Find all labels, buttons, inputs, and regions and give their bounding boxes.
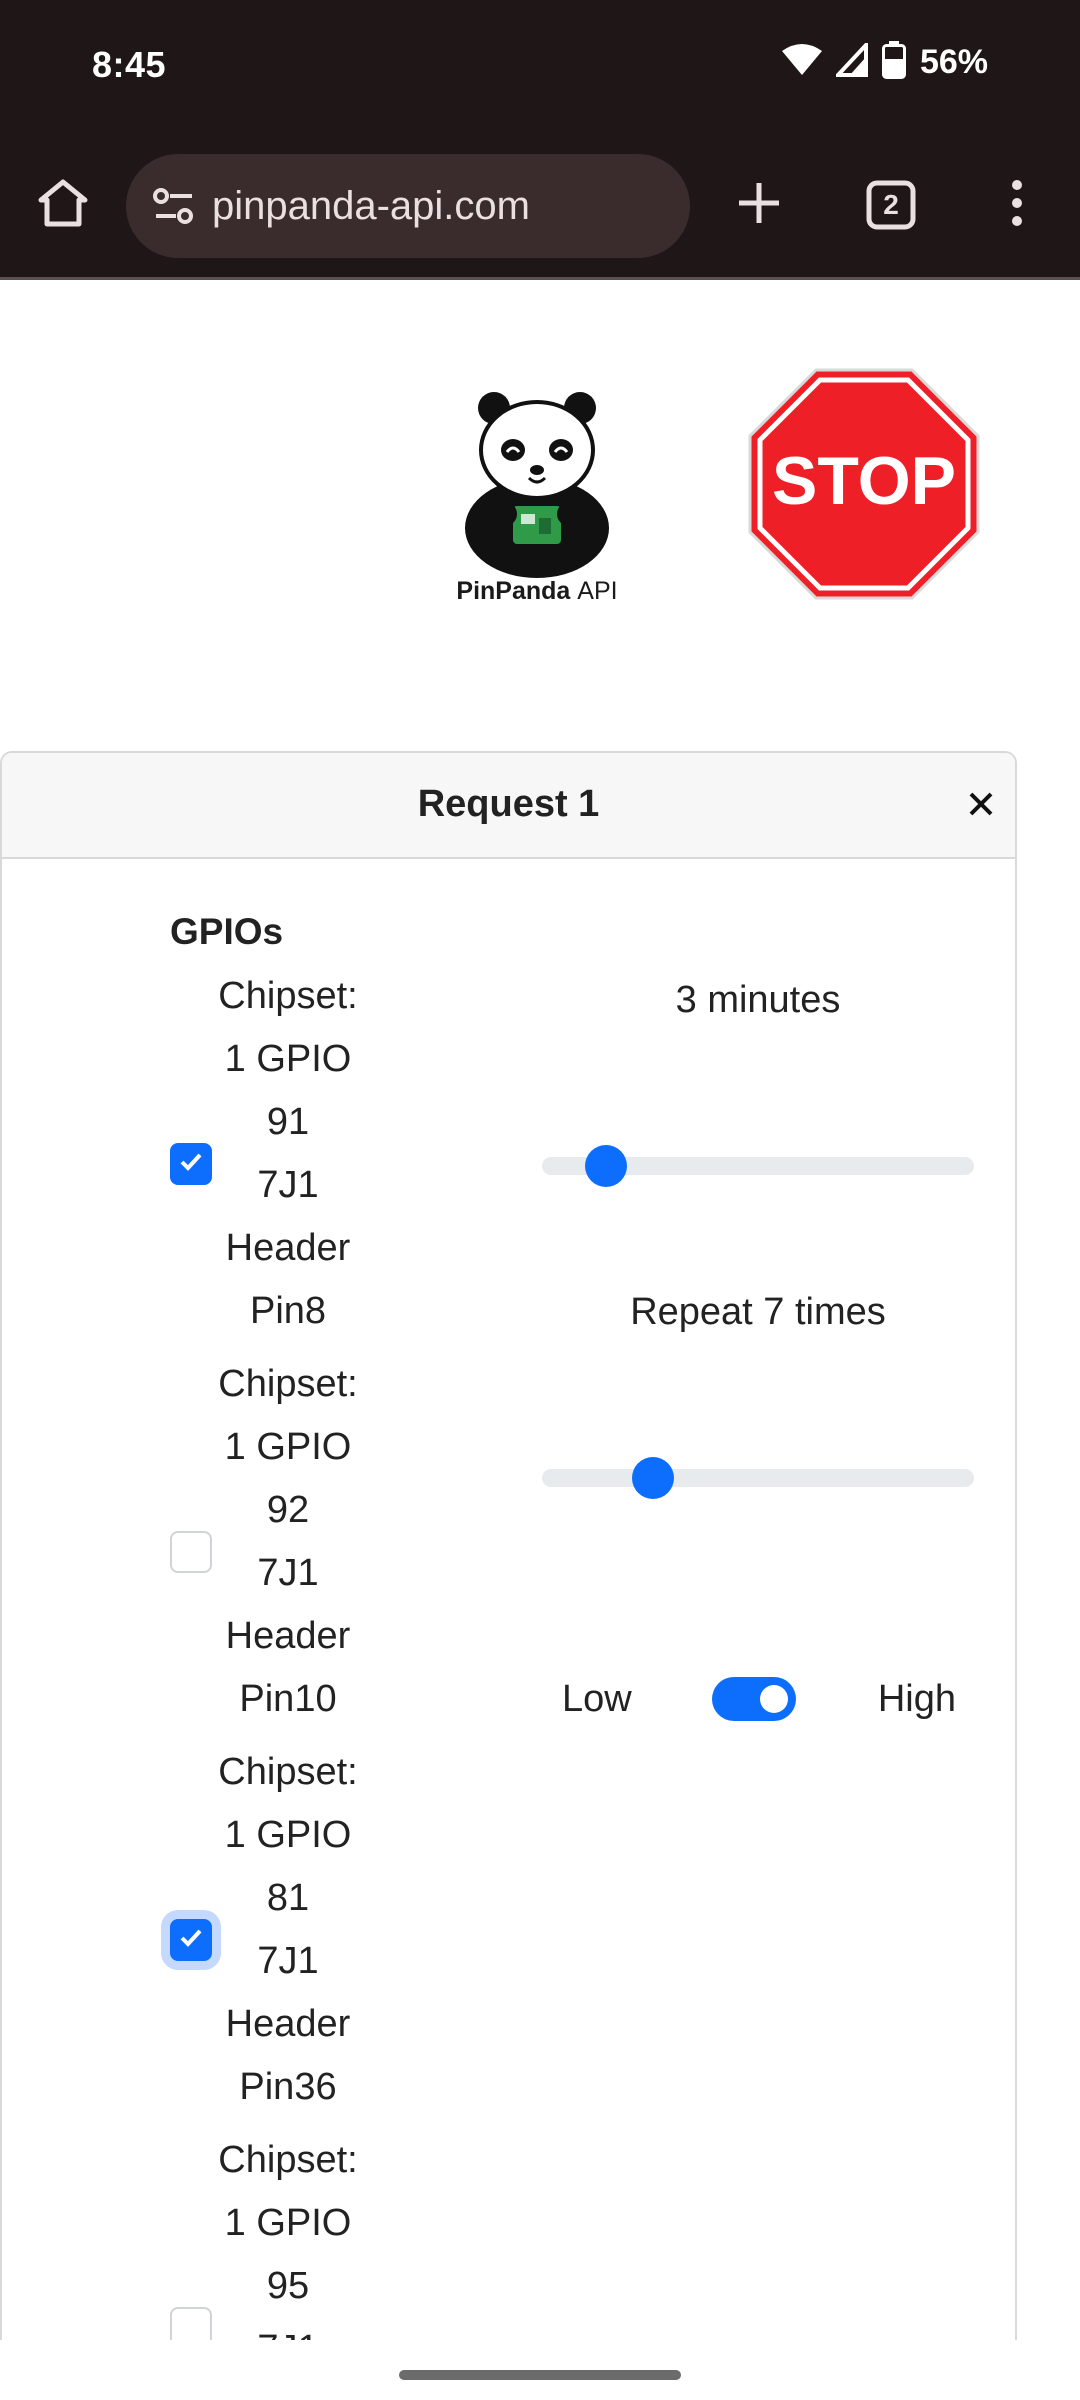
wifi-icon — [781, 43, 822, 82]
battery-icon — [881, 40, 906, 84]
close-icon — [968, 791, 994, 822]
repeat-label: Repeat 7 times — [630, 1291, 886, 1333]
site-info-icon[interactable] — [146, 178, 202, 234]
duration-slider-thumb[interactable] — [585, 1145, 627, 1187]
status-icons: 56% — [781, 39, 988, 84]
url-text: pinpanda-api.com — [212, 183, 530, 228]
gesture-handle[interactable] — [399, 2370, 681, 2380]
logo-wordmark: PinPanda API — [425, 577, 649, 606]
home-icon — [37, 178, 89, 233]
status-bar: 8:45 56% — [0, 0, 1080, 132]
level-toggle-row: Low High — [542, 1670, 974, 1730]
card-header: Request 1 — [2, 753, 1015, 859]
repeat-slider-thumb[interactable] — [632, 1457, 674, 1499]
page-content: PinPanda API STOP Request 1 GPIOs Chipse… — [0, 283, 1080, 2340]
browser-toolbar: pinpanda-api.com 2 — [0, 132, 1080, 280]
tab-count: 2 — [883, 189, 899, 220]
check-icon — [177, 1148, 205, 1181]
battery-percent: 56% — [919, 42, 988, 81]
plus-icon — [736, 180, 782, 231]
gpios-heading: GPIOs — [170, 911, 284, 952]
check-icon — [177, 1924, 205, 1957]
logo-suffix: API — [577, 577, 618, 605]
address-bar[interactable]: pinpanda-api.com — [126, 154, 690, 258]
duration-label: 3 minutes — [675, 979, 841, 1021]
new-tab-button[interactable] — [726, 172, 792, 238]
close-button[interactable] — [960, 785, 1002, 827]
more-vert-icon — [1010, 179, 1024, 232]
gpio-checkbox[interactable] — [170, 2307, 212, 2340]
tabs-icon: 2 — [866, 180, 916, 230]
toggle-knob — [760, 1685, 788, 1713]
home-button[interactable] — [30, 172, 96, 238]
duration-slider[interactable] — [542, 1145, 974, 1187]
gpio-label: Chipset: 1 GPIO 91 7J1 Header Pin8 — [218, 975, 358, 1332]
cell-signal-icon — [833, 39, 868, 82]
more-menu-button[interactable] — [984, 172, 1050, 238]
card-title: Request 1 — [417, 783, 600, 825]
stop-label: STOP — [772, 443, 956, 519]
tab-switcher-button[interactable]: 2 — [858, 172, 924, 238]
gpio-label: Chipset: 1 GPIO 95 7J1 — [218, 2139, 358, 2340]
gpio-checkbox[interactable] — [170, 1531, 212, 1573]
status-time: 8:45 — [92, 44, 167, 85]
toggle-high-label: High — [877, 1678, 956, 1720]
panda-logo-icon — [465, 392, 609, 578]
pinpanda-logo: PinPanda API — [425, 378, 649, 614]
gpio-label: Chipset: 1 GPIO 92 7J1 Header Pin10 — [218, 1363, 358, 1720]
logo-brand: PinPanda — [456, 577, 571, 605]
stop-button[interactable]: STOP — [748, 368, 980, 600]
level-toggle-switch[interactable] — [712, 1677, 796, 1721]
gpio-checkbox[interactable] — [170, 1919, 212, 1961]
gpio-label: Chipset: 1 GPIO 81 7J1 Header Pin36 — [218, 1751, 358, 2108]
request-card: Request 1 GPIOs Chipset: 1 GPIO 91 7J1 H… — [0, 751, 1017, 2340]
gpio-checkbox[interactable] — [170, 1143, 212, 1185]
gesture-nav-bar — [0, 2340, 1080, 2400]
repeat-slider[interactable] — [542, 1457, 974, 1499]
toggle-low-label: Low — [562, 1678, 632, 1720]
